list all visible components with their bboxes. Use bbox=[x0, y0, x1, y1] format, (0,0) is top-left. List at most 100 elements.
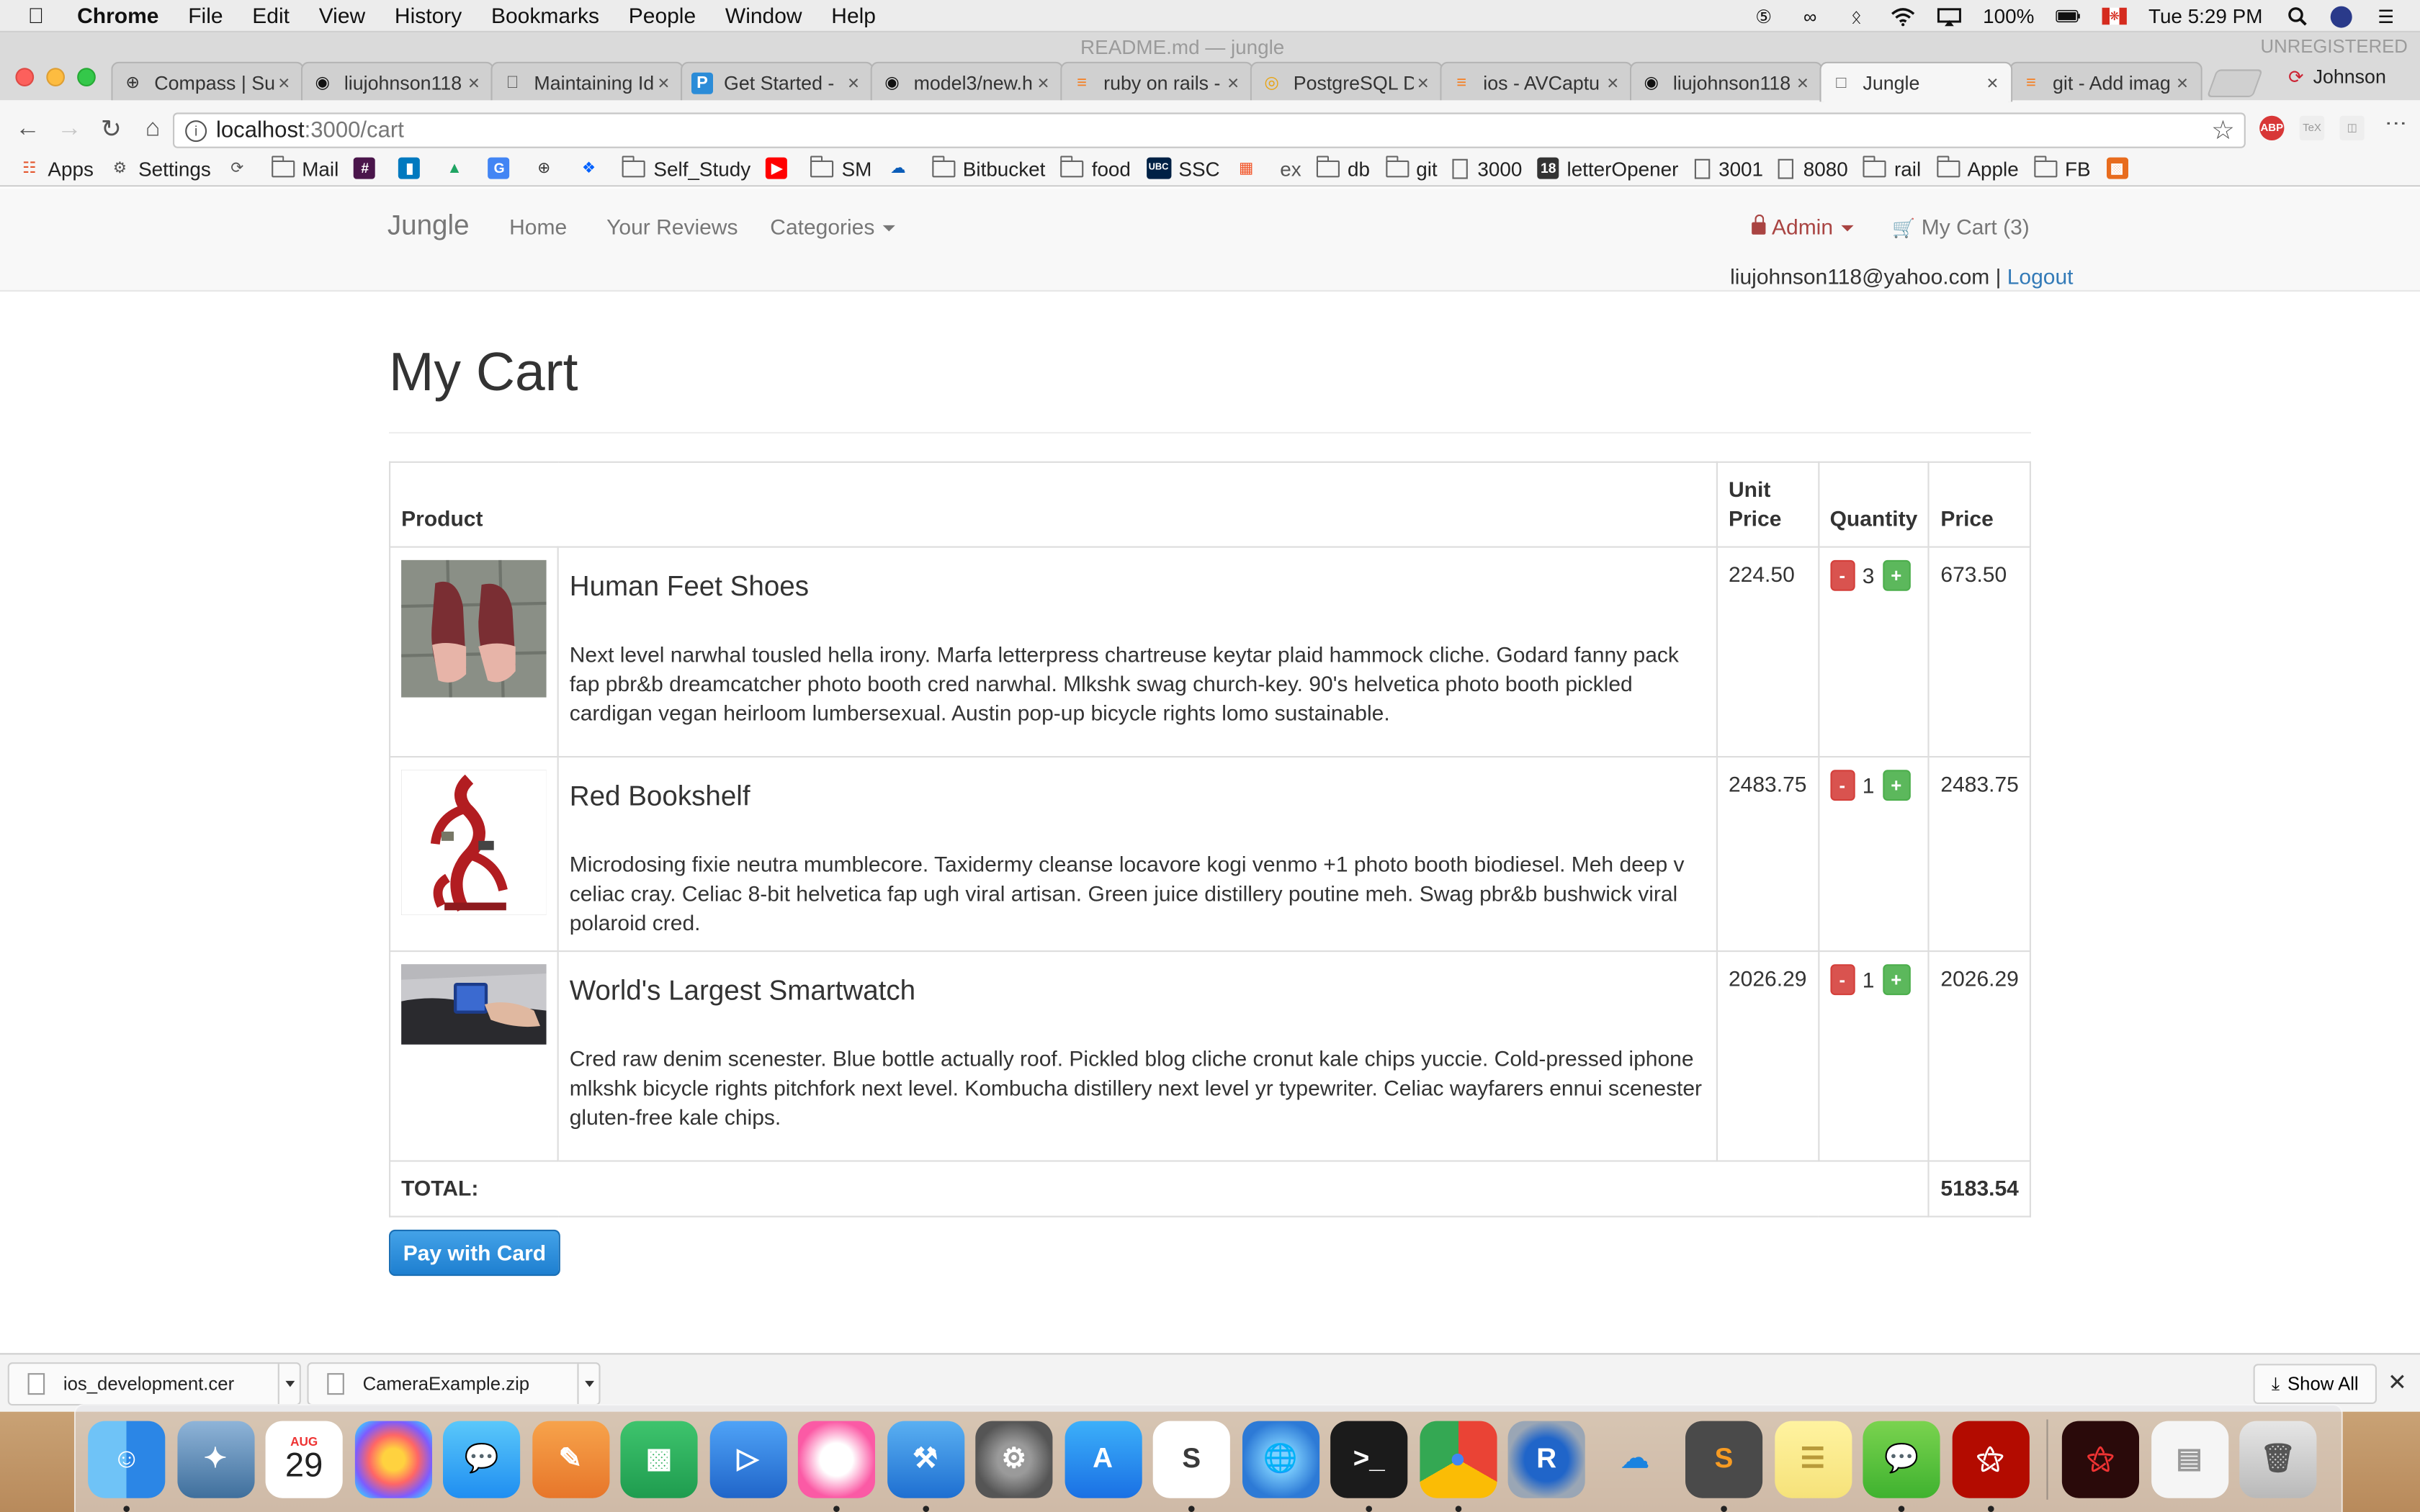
messages-icon[interactable]: 💬 bbox=[443, 1420, 521, 1498]
wechat-icon[interactable]: 💬 bbox=[1863, 1420, 1940, 1511]
reload-icon[interactable]: ↻ bbox=[97, 115, 125, 143]
zoom-window-icon[interactable] bbox=[77, 68, 96, 86]
bookmark-item[interactable]: git bbox=[1385, 155, 1438, 180]
nav-your-reviews[interactable]: Your Reviews bbox=[606, 215, 738, 239]
browser-tab[interactable]: ◉ liujohnson118 × bbox=[1629, 61, 1823, 102]
download-options-icon[interactable] bbox=[577, 1364, 599, 1404]
bookmark-item[interactable]: Apple bbox=[1936, 155, 2019, 180]
close-tab-icon[interactable]: × bbox=[844, 71, 863, 94]
profile-button[interactable]: ⟳ Johnson bbox=[2288, 66, 2386, 88]
close-tab-icon[interactable]: × bbox=[1224, 71, 1242, 94]
sublime-text-icon[interactable]: S bbox=[1685, 1420, 1763, 1511]
download-item[interactable]: CameraExample.zip bbox=[307, 1362, 601, 1406]
status-5-icon[interactable]: ⑤ bbox=[1752, 6, 1776, 27]
minimize-window-icon[interactable] bbox=[46, 68, 65, 86]
bookmark-item[interactable]: FB bbox=[2034, 155, 2091, 180]
wifi-icon[interactable] bbox=[1891, 6, 1915, 27]
product-name[interactable]: Red Bookshelf bbox=[570, 781, 1706, 811]
close-tab-icon[interactable]: × bbox=[1793, 71, 1812, 94]
bookmark-item[interactable]: 3001 bbox=[1693, 157, 1763, 180]
close-tab-icon[interactable]: × bbox=[655, 71, 673, 94]
numbers-icon[interactable]: ▩ bbox=[620, 1420, 698, 1498]
decrease-quantity-button[interactable]: - bbox=[1829, 964, 1855, 996]
browser-tab[interactable]: P Get Started - × bbox=[681, 61, 874, 102]
menu-bookmarks[interactable]: Bookmarks bbox=[491, 3, 599, 27]
bookmark-item[interactable]: SM bbox=[810, 155, 871, 180]
system-preferences-icon[interactable]: ⚙ bbox=[975, 1420, 1053, 1498]
preview-window-icon[interactable]: ▤ bbox=[2151, 1420, 2228, 1498]
acrobat-window-icon[interactable]: ⚝ bbox=[2061, 1420, 2139, 1498]
bookmark-item[interactable]: Bitbucket bbox=[931, 155, 1045, 180]
bookmark-item[interactable]: # bbox=[354, 157, 384, 179]
cast-extension-icon[interactable]: ◫ bbox=[2339, 115, 2365, 140]
pay-with-card-button[interactable]: Pay with Card bbox=[389, 1229, 560, 1277]
bluetooth-icon[interactable]: ᛟ bbox=[1844, 6, 1868, 27]
pages-icon[interactable]: ✎ bbox=[532, 1420, 609, 1498]
battery-icon[interactable] bbox=[2056, 6, 2080, 27]
r-icon[interactable]: R bbox=[1507, 1420, 1585, 1498]
product-name[interactable]: World's Largest Smartwatch bbox=[570, 976, 1706, 1006]
chrome-menu-icon[interactable]: ⋮ bbox=[2385, 112, 2409, 134]
spotlight-search-icon[interactable] bbox=[2284, 6, 2308, 27]
bookmark-item[interactable]: rail bbox=[1863, 155, 1921, 180]
product-name[interactable]: Human Feet Shoes bbox=[570, 572, 1706, 602]
bookmark-item[interactable]: db bbox=[1317, 155, 1370, 180]
notification-center-icon[interactable]: ☰ bbox=[2374, 6, 2398, 27]
forward-arrow-icon[interactable]: → bbox=[55, 115, 84, 143]
apple-menu-icon[interactable]:  bbox=[28, 3, 56, 27]
menu-view[interactable]: View bbox=[319, 3, 365, 27]
chrome-icon[interactable]: ● bbox=[1419, 1420, 1497, 1511]
finder-icon[interactable]: ☺ bbox=[88, 1420, 166, 1511]
home-icon[interactable]: ⌂ bbox=[139, 115, 167, 143]
admin-dropdown[interactable]: Admin bbox=[1752, 214, 1853, 239]
browser-tab[interactable]:  Maintaining Id× bbox=[490, 61, 684, 102]
nav-home[interactable]: Home bbox=[509, 215, 567, 239]
bookmark-item[interactable]: ▩ bbox=[2106, 157, 2136, 179]
photos-icon[interactable] bbox=[354, 1420, 431, 1498]
bookmark-item[interactable]: ▦ bbox=[1235, 159, 1265, 178]
nav-categories-dropdown[interactable]: Categories bbox=[770, 215, 895, 239]
decrease-quantity-button[interactable]: - bbox=[1829, 559, 1855, 591]
user-avatar-icon[interactable] bbox=[2330, 5, 2352, 27]
menu-history[interactable]: History bbox=[395, 3, 462, 27]
menu-help[interactable]: Help bbox=[831, 3, 876, 27]
eagle-app-icon[interactable]: ✦ bbox=[176, 1420, 254, 1498]
calendar-icon[interactable]: AUG 29 bbox=[265, 1420, 343, 1498]
new-tab-button[interactable] bbox=[2206, 69, 2264, 97]
onedrive-icon[interactable]: ☁ bbox=[1597, 1420, 1674, 1497]
app-store-icon[interactable]: A bbox=[1064, 1420, 1142, 1498]
close-tab-icon[interactable]: × bbox=[274, 71, 293, 94]
bookmark-item[interactable]: ▲ bbox=[444, 159, 473, 178]
bookmark-item[interactable]: Self_Study bbox=[622, 155, 750, 180]
close-tab-icon[interactable]: × bbox=[465, 71, 483, 94]
bookmark-item[interactable]: ex bbox=[1280, 157, 1301, 180]
bookmark-star-icon[interactable]: ☆ bbox=[2211, 116, 2235, 147]
canada-flag-icon[interactable]: ❋ bbox=[2102, 7, 2127, 25]
decrease-quantity-button[interactable]: - bbox=[1829, 770, 1855, 801]
menu-people[interactable]: People bbox=[629, 3, 696, 27]
browser-tab[interactable]: ≡ ruby on rails - × bbox=[1060, 61, 1253, 102]
close-tab-icon[interactable]: × bbox=[1984, 71, 2002, 94]
globe-icon[interactable]: 🌐 bbox=[1241, 1420, 1319, 1498]
increase-quantity-button[interactable]: + bbox=[1882, 559, 1911, 591]
tex-extension-icon[interactable]: TeX bbox=[2299, 115, 2325, 140]
close-tab-icon[interactable]: × bbox=[1034, 71, 1053, 94]
xcode-icon[interactable]: ⚒ bbox=[887, 1420, 964, 1511]
acrobat-icon[interactable]: ⚝ bbox=[1951, 1420, 2029, 1511]
keynote-icon[interactable]: ▷ bbox=[709, 1420, 786, 1498]
show-all-downloads-button[interactable]: ⤓ Show All bbox=[2253, 1364, 2377, 1404]
notes-icon[interactable]: ☰ bbox=[1774, 1420, 1852, 1498]
download-options-icon[interactable] bbox=[277, 1364, 300, 1404]
bookmark-item[interactable]: G bbox=[488, 157, 518, 179]
close-window-icon[interactable] bbox=[15, 68, 35, 86]
increase-quantity-button[interactable]: + bbox=[1882, 770, 1911, 801]
close-tab-icon[interactable]: × bbox=[1414, 71, 1433, 94]
menu-app-name[interactable]: Chrome bbox=[77, 3, 158, 27]
menu-edit[interactable]: Edit bbox=[252, 3, 290, 27]
bookmark-item[interactable]: Mail bbox=[271, 155, 339, 180]
bookmark-item[interactable]: 18 letterOpener bbox=[1537, 157, 1678, 180]
my-cart-link[interactable]: 🛒 My Cart (3) bbox=[1892, 215, 2030, 239]
bookmark-item[interactable]: ☁ bbox=[887, 159, 917, 178]
itunes-icon[interactable]: ♫ bbox=[797, 1420, 875, 1511]
bookmark-item[interactable]: ⊕ bbox=[533, 159, 563, 178]
